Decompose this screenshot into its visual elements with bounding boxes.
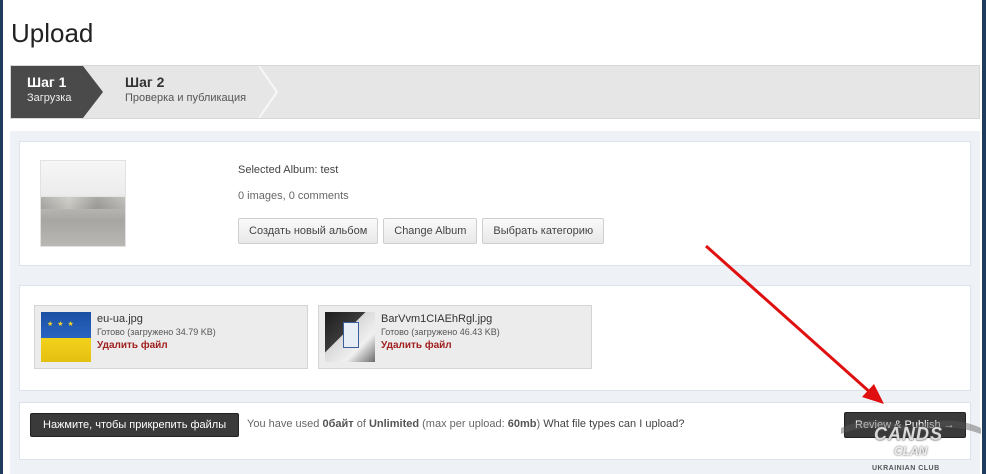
- delete-file-link[interactable]: Удалить файл: [381, 340, 452, 351]
- quota-used: 0байт: [322, 418, 354, 430]
- file-name: BarVvm1CIAEhRgl.jpg: [381, 313, 493, 325]
- file-card: eu-ua.jpg Готово (загружено 34.79 KB) Уд…: [34, 305, 308, 369]
- quota-max-suffix: ): [536, 418, 541, 430]
- file-status: Готово (загружено 34.79 KB): [97, 327, 216, 337]
- album-cover-image: [40, 160, 126, 247]
- quota-limit: Unlimited: [368, 418, 420, 430]
- quota-prefix: You have used: [247, 418, 320, 430]
- uploaded-files-section: eu-ua.jpg Готово (загружено 34.79 KB) Уд…: [19, 285, 971, 391]
- file-card: BarVvm1CIAEhRgl.jpg Готово (загружено 46…: [318, 305, 592, 369]
- create-album-button[interactable]: Создать новый альбом: [238, 218, 379, 244]
- file-types-help-link[interactable]: What file types can I upload?: [543, 418, 684, 430]
- step-2-number: Шаг 2: [125, 74, 165, 90]
- album-actions: Создать новый альбом Change Album Выбрат…: [238, 218, 605, 244]
- window-right-border: [982, 0, 986, 474]
- album-section: Selected Album: test 0 images, 0 comment…: [19, 141, 971, 266]
- upload-steps-bar: Шаг 1 Загрузка Шаг 2 Проверка и публикац…: [10, 65, 980, 119]
- change-album-button[interactable]: Change Album: [383, 218, 478, 244]
- step-1-label: Загрузка: [27, 92, 72, 104]
- delete-file-link[interactable]: Удалить файл: [97, 340, 168, 351]
- upload-action-bar: Нажмите, чтобы прикрепить файлы You have…: [19, 402, 971, 460]
- file-status: Готово (загружено 46.43 KB): [381, 327, 500, 337]
- attach-files-button[interactable]: Нажмите, чтобы прикрепить файлы: [30, 413, 240, 437]
- page-title: Upload: [11, 18, 94, 48]
- photo-thumbnail-icon: [325, 312, 375, 362]
- step-1-arrow-icon: [83, 66, 103, 118]
- album-stats-text: 0 images, 0 comments: [238, 190, 349, 202]
- review-publish-button[interactable]: Review & Publish →: [844, 412, 966, 438]
- step-1-upload[interactable]: Шаг 1 Загрузка: [11, 66, 83, 118]
- selected-album-text: Selected Album: test: [238, 164, 339, 176]
- window-left-border: [0, 0, 3, 474]
- quota-max-value: 60mb: [507, 418, 537, 430]
- quota-of: of: [356, 418, 366, 430]
- step-2-review[interactable]: Шаг 2 Проверка и публикация: [109, 66, 269, 118]
- album-info: Selected Album: test 0 images, 0 comment…: [238, 164, 349, 202]
- eu-ukraine-flag-thumbnail-icon: [41, 312, 91, 362]
- upload-quota-text: You have used 0байт of Unlimited (max pe…: [247, 418, 684, 430]
- upload-main-panel: Selected Album: test 0 images, 0 comment…: [10, 131, 980, 474]
- file-name: eu-ua.jpg: [97, 313, 143, 325]
- step-2-arrow-icon: [259, 66, 279, 118]
- choose-category-button[interactable]: Выбрать категорию: [482, 218, 605, 244]
- quota-max-prefix: (max per upload:: [422, 418, 505, 430]
- step-1-number: Шаг 1: [27, 74, 67, 90]
- step-2-label: Проверка и публикация: [125, 92, 247, 104]
